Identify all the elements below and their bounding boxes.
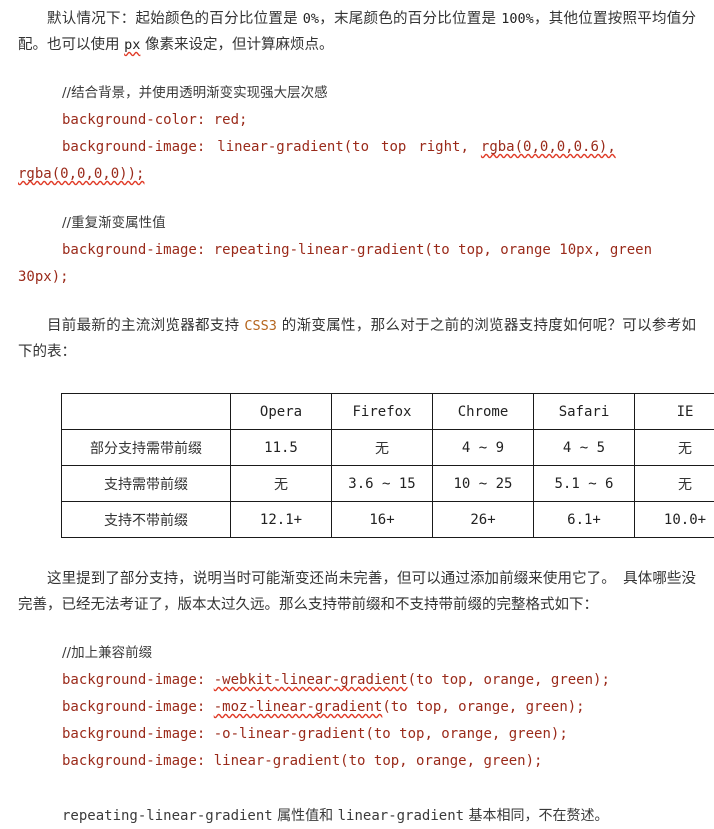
final-cn-a: 属性值和 [273,808,338,824]
paragraph-browser-support-intro: 目前最新的主流浏览器都支持 CSS3 的渐变属性，那么对于之前的浏览器支持度如何… [18,313,696,365]
code-line-text: background-color: red; [62,112,247,128]
table-body: 部分支持需带前缀 11.5 无 4 ~ 9 4 ~ 5 无 支持需带前缀 无 3… [62,430,714,538]
code-block-repeating-gradient: //重复渐变属性值 background-image: repeating-li… [18,210,696,291]
table-cell: 无 [635,466,714,502]
code-value-c: right, [418,139,469,155]
spacer [18,291,696,313]
code-line-o-gradient: background-image: -o-linear-gradient(to … [18,721,696,748]
code-prop: background-image: [62,139,205,155]
code-comment-line: //重复渐变属性值 [18,210,696,237]
table-cell: 10.0+ [635,502,714,538]
table-cell: 16+ [332,502,433,538]
code-value-rgba-second: rgba(0,0,0,0)); [18,166,144,182]
table-header-row: Opera Firefox Chrome Safari IE [62,394,714,430]
table-cell: 5.1 ~ 6 [534,466,635,502]
table-header-ie: IE [635,394,714,430]
table-row: 部分支持需带前缀 11.5 无 4 ~ 9 4 ~ 5 无 [62,430,714,466]
code-line-repeating-linear-gradient: background-image: repeating-linear-gradi… [18,237,696,264]
paragraph-2-lead: 目前最新的主流浏览器都支持 [47,318,244,334]
code-prop: background-image: [62,753,205,769]
value-end-percent: 100% [501,11,534,27]
browser-support-table-wrapper: Opera Firefox Chrome Safari IE 部分支持需带前缀 … [18,393,696,538]
table-cell: 无 [635,430,714,466]
code-line-webkit-gradient: background-image: -webkit-linear-gradien… [18,667,696,694]
code-fn-args: (to top, orange, green); [340,753,542,769]
code-comment-text: //加上兼容前缀 [62,645,152,661]
table-header-firefox: Firefox [332,394,433,430]
document-page: 默认情况下：起始颜色的百分比位置是 0%，末尾颜色的百分比位置是 100%，其他… [0,0,714,789]
table-cell: 4 ~ 5 [534,430,635,466]
keyword-css3: CSS3 [244,318,277,334]
table-cell: 无 [332,430,433,466]
spacer [18,365,696,393]
table-header-corner [62,394,231,430]
final-mono-a: repeating-linear-gradient [62,808,273,824]
code-comment-line: //结合背景，并使用透明渐变实现强大层次感 [18,80,696,107]
code-fn-args: (to top, orange, green); [382,699,584,715]
final-note-line: repeating-linear-gradient 属性值和 linear-gr… [18,803,696,829]
code-value-a: linear-gradient(to [217,139,369,155]
code-line-background-image-gradient: background-image: linear-gradient(to topri… [18,134,696,161]
code-fn-name: linear-gradient [214,753,340,769]
code-fn-name: -o-linear-gradient [214,726,366,742]
table-header-chrome: Chrome [433,394,534,430]
table-cell: 12.1+ [231,502,332,538]
code-line-text: background-image: repeating-linear-gradi… [62,242,652,258]
table-header-safari: Safari [534,394,635,430]
table-cell: 26+ [433,502,534,538]
final-cn-b: 基本相同，不在赘述。 [464,808,608,824]
spacer [18,775,696,803]
table-row-label: 部分支持需带前缀 [62,430,231,466]
code-line-text: 30px); [18,269,69,285]
code-value-rgba-first: rgba(0,0,0,0.6), [481,139,616,155]
final-mono-b: linear-gradient [338,808,464,824]
code-line-wrap-30px: 30px); [18,264,696,291]
code-fn-args: (to top, orange, green); [408,672,610,688]
table-cell: 11.5 [231,430,332,466]
code-block-vendor-prefixes: //加上兼容前缀 background-image: -webkit-linea… [18,640,696,775]
table-cell: 10 ~ 25 [433,466,534,502]
table-row: 支持需带前缀 无 3.6 ~ 15 10 ~ 25 5.1 ~ 6 无 [62,466,714,502]
code-comment-text: //重复渐变属性值 [62,215,166,231]
paragraph-default-percentages: 默认情况下：起始颜色的百分比位置是 0%，末尾颜色的百分比位置是 100%，其他… [18,6,696,58]
value-start-percent: 0% [303,11,319,27]
code-line-wrap-rgba: rgba(0,0,0,0)); [18,161,696,188]
code-line-standard-gradient: background-image: linear-gradient(to top… [18,748,696,775]
table-cell: 3.6 ~ 15 [332,466,433,502]
code-fn-name: -moz-linear-gradient [214,699,383,715]
code-comment-text: //结合背景，并使用透明渐变实现强大层次感 [62,85,328,101]
table-header: Opera Firefox Chrome Safari IE [62,394,714,430]
code-block-transparent-gradient: //结合背景，并使用透明渐变实现强大层次感 background-color: … [18,80,696,188]
code-prop: background-image: [62,699,205,715]
paragraph-1-tail-b: 像素来设定，但计算麻烦点。 [140,37,333,53]
unit-px-token: px [124,37,140,53]
table-row-label: 支持不带前缀 [62,502,231,538]
code-line-background-color: background-color: red; [18,107,696,134]
table-row-label: 支持需带前缀 [62,466,231,502]
code-value-b: top [381,139,406,155]
spacer [18,618,696,640]
paragraph-partial-support-note: 这里提到了部分支持，说明当时可能渐变还尚未完善，但可以通过添加前缀来使用它了。 … [18,566,696,618]
spacer [18,58,696,80]
code-fn-args: (to top, orange, green); [365,726,567,742]
paragraph-1-lead: 默认情况下：起始颜色的百分比位置是 [47,11,303,27]
browser-support-table: Opera Firefox Chrome Safari IE 部分支持需带前缀 … [61,393,714,538]
code-line-moz-gradient: background-image: -moz-linear-gradient(t… [18,694,696,721]
table-cell: 6.1+ [534,502,635,538]
code-comment-line: //加上兼容前缀 [18,640,696,667]
code-prop: background-image: [62,726,205,742]
table-row: 支持不带前缀 12.1+ 16+ 26+ 6.1+ 10.0+ [62,502,714,538]
paragraph-1-mid: ，末尾颜色的百分比位置是 [319,11,501,27]
code-prop: background-image: [62,672,205,688]
table-cell: 4 ~ 9 [433,430,534,466]
spacer [18,538,696,566]
table-header-opera: Opera [231,394,332,430]
spacer [18,188,696,210]
code-fn-name: -webkit-linear-gradient [214,672,408,688]
table-cell: 无 [231,466,332,502]
